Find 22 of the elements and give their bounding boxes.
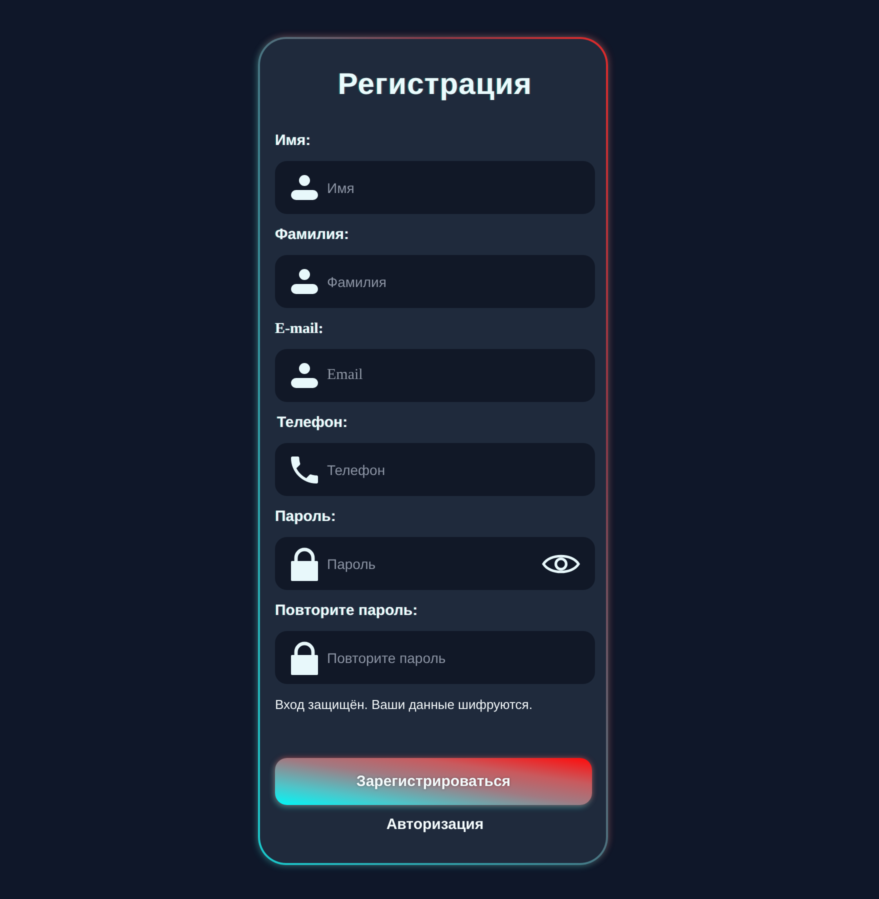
- field-label: Пароль:: [275, 508, 337, 526]
- lock-icon: [291, 546, 318, 580]
- input-field[interactable]: Email: [275, 349, 595, 402]
- field-label: Фамилия:: [275, 226, 350, 244]
- password-field[interactable]: Пароль: [275, 537, 595, 590]
- login-link[interactable]: Авторизация: [386, 816, 484, 834]
- field-label: E-mail:: [275, 320, 324, 338]
- person-icon: [291, 269, 318, 294]
- input-field[interactable]: Имя: [275, 161, 595, 214]
- field-label: Телефон:: [276, 414, 349, 432]
- input-field[interactable]: Телефон: [275, 443, 595, 496]
- phone-icon: [291, 456, 318, 484]
- field-label: Повторите пароль:: [275, 602, 419, 620]
- password-field[interactable]: Повторите пароль: [275, 631, 595, 684]
- form-title: Регистрация: [336, 67, 534, 103]
- register-button[interactable]: Зарегистрироваться: [275, 758, 592, 805]
- input-field[interactable]: Фамилия: [275, 255, 595, 308]
- person-icon: [291, 363, 318, 388]
- lock-icon: [291, 640, 318, 674]
- security-note: Вход защищён. Ваши данные шифруются.: [275, 697, 534, 713]
- field-label: Имя:: [275, 132, 312, 150]
- person-icon: [291, 175, 318, 200]
